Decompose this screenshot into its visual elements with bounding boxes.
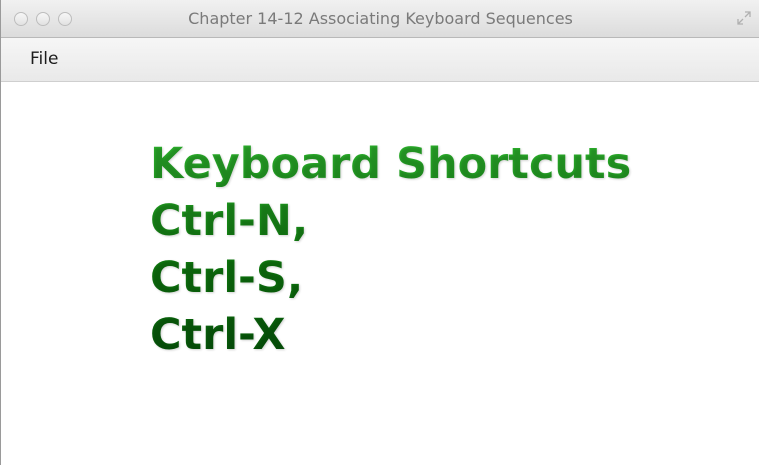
content-area: Keyboard Shortcuts Ctrl-N, Ctrl-S, Ctrl-…	[1, 82, 759, 465]
window-title: Chapter 14-12 Associating Keyboard Seque…	[188, 9, 573, 28]
shortcut-heading: Keyboard Shortcuts	[150, 139, 632, 189]
shortcut-line-ctrl-n: Ctrl-N,	[150, 196, 309, 246]
app-window: Chapter 14-12 Associating Keyboard Seque…	[0, 0, 759, 465]
shortcut-label: Keyboard Shortcuts Ctrl-N, Ctrl-S, Ctrl-…	[150, 136, 631, 364]
shortcut-line-ctrl-x: Ctrl-X	[150, 310, 286, 360]
shortcut-line-ctrl-s: Ctrl-S,	[150, 253, 304, 303]
fullscreen-icon[interactable]	[736, 10, 752, 26]
menu-bar: File	[1, 38, 759, 82]
title-bar[interactable]: Chapter 14-12 Associating Keyboard Seque…	[1, 0, 759, 38]
menu-file[interactable]: File	[30, 49, 58, 69]
